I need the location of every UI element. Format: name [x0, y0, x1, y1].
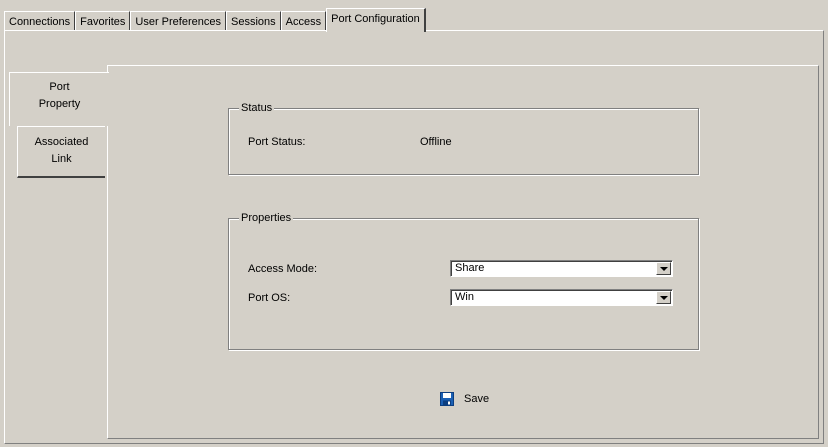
properties-group: Properties Access Mode: Share Port OS: W… — [228, 211, 699, 350]
side-tab-port-property[interactable]: Port Property — [9, 72, 109, 126]
port-os-label: Port OS: — [248, 292, 291, 304]
access-mode-dropdown-button[interactable] — [656, 262, 671, 275]
floppy-disk-icon — [440, 392, 454, 406]
port-os-value: Win — [455, 291, 474, 303]
save-button-label: Save — [464, 393, 490, 405]
tab-port-configuration[interactable]: Port Configuration — [326, 8, 426, 32]
save-button[interactable]: Save — [440, 390, 489, 408]
access-mode-value: Share — [455, 262, 485, 274]
properties-group-legend: Properties — [239, 211, 294, 225]
status-group-legend: Status — [239, 101, 275, 115]
port-status-label: Port Status: — [248, 136, 306, 148]
access-mode-label: Access Mode: — [248, 263, 318, 275]
tab-favorites[interactable]: Favorites — [75, 11, 131, 31]
side-tab-associated-link-line1: Associated — [34, 136, 89, 148]
port-status-value: Offline — [420, 136, 452, 148]
tab-user-preferences[interactable]: User Preferences — [130, 11, 226, 31]
status-group: Status Port Status: Offline — [228, 101, 699, 175]
chevron-down-icon — [660, 267, 668, 271]
port-os-select[interactable]: Win — [450, 289, 673, 306]
main-tab-bar: Connections Favorites User Preferences S… — [4, 6, 426, 32]
tab-access[interactable]: Access — [280, 11, 327, 31]
side-tab-port-property-line1: Port — [49, 81, 70, 93]
chevron-down-icon — [660, 296, 668, 300]
side-tab-associated-link-line2: Link — [51, 153, 72, 165]
side-tab-associated-link[interactable]: Associated Link — [17, 126, 105, 178]
side-tab-port-property-line2: Property — [38, 98, 81, 110]
port-os-dropdown-button[interactable] — [656, 291, 671, 304]
access-mode-select[interactable]: Share — [450, 260, 673, 277]
tab-connections[interactable]: Connections — [4, 11, 76, 31]
tab-sessions[interactable]: Sessions — [226, 11, 281, 31]
